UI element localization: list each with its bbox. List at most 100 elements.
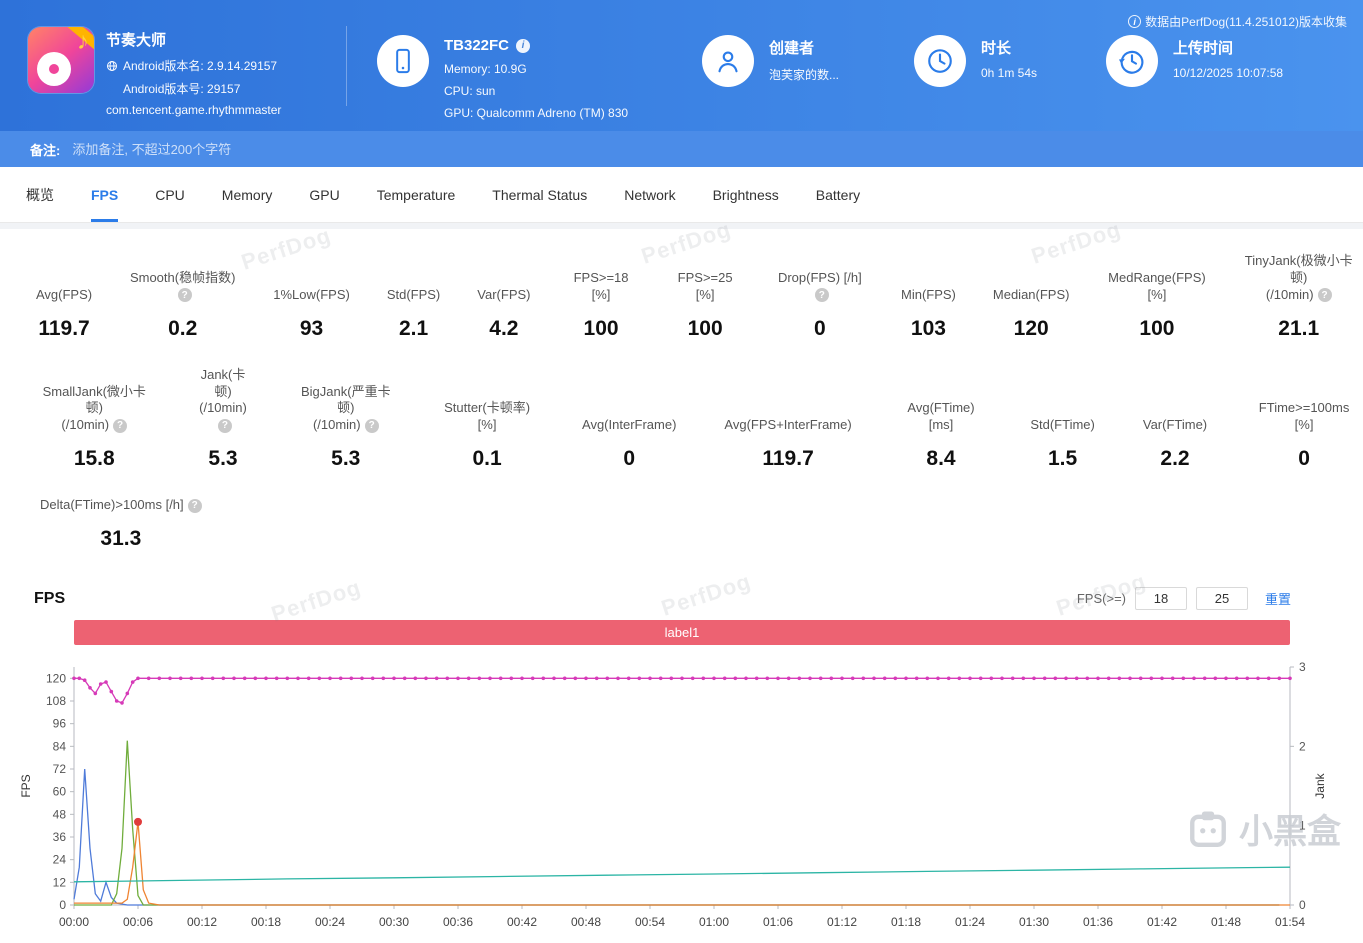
stat-drop-fps: Drop(FPS) [/h]? 0: [776, 270, 864, 341]
globe-icon: [107, 60, 117, 71]
tab-CPU[interactable]: CPU: [155, 167, 185, 222]
tab-概览[interactable]: 概览: [26, 167, 54, 222]
upload-time-section: 上传时间 10/12/2025 10:07:58: [1106, 35, 1356, 131]
stat-value: 0: [623, 447, 636, 471]
fps-chart-title: FPS: [34, 589, 66, 607]
stat-stutter: Stutter(卡顿率) [%] 0.1: [440, 400, 534, 471]
stats-row: SmallJank(微小卡顿) (/10min)? 15.8 Jank(卡顿) (/…: [36, 367, 1353, 472]
stat-value: 2.2: [1160, 447, 1190, 471]
help-icon[interactable]: ?: [814, 288, 829, 303]
stat-bigjank: BigJank(严重卡顿) (/10min)? 5.3: [299, 384, 392, 472]
app-version-code: Android版本号: 29157: [123, 82, 241, 96]
fps-threshold-low-input[interactable]: [1134, 587, 1187, 611]
stat-value: 8.4: [926, 447, 956, 471]
stat-label: Avg(FPS): [36, 286, 93, 302]
app-icon-disc: [37, 52, 71, 86]
stat-label: 1%Low(FPS): [273, 286, 350, 302]
stat-label: Delta(FTime)>100ms [/h]?: [40, 497, 202, 514]
stat-ftime-ge-100: FTime>=100ms [%] 0: [1255, 400, 1353, 471]
svg-text:00:18: 00:18: [251, 915, 281, 929]
svg-text:01:24: 01:24: [955, 915, 985, 929]
stat-label: Var(FPS): [477, 286, 531, 302]
clock-icon: [928, 49, 952, 73]
svg-text:96: 96: [53, 717, 67, 731]
app-icon: ♪: [28, 27, 94, 93]
stat-label: Std(FPS): [386, 286, 441, 302]
stat-label: Min(FPS): [901, 286, 956, 302]
stat-value: 93: [299, 316, 324, 340]
svg-text:01:36: 01:36: [1083, 915, 1113, 929]
series-rising-teal: [73, 866, 1291, 883]
app-version-name: Android版本名: 2.9.14.29157: [123, 59, 278, 73]
series-spike-blue: [73, 769, 1280, 906]
help-icon[interactable]: ?: [1317, 288, 1332, 303]
fps-chart-svg[interactable]: 01224364860728496108120012300:00 00:06 00:…: [16, 655, 1350, 938]
stat-value: 0.2: [168, 316, 198, 340]
stat-var-ftime: Var(FTime) 2.2: [1143, 417, 1207, 471]
help-icon[interactable]: ?: [113, 418, 128, 433]
help-icon[interactable]: ?: [187, 498, 202, 513]
help-icon[interactable]: ?: [177, 288, 192, 303]
stat-label: TinyJank(极微小卡顿) (/10min)?: [1244, 253, 1353, 303]
tab-FPS[interactable]: FPS: [91, 167, 119, 222]
tab-Temperature[interactable]: Temperature: [377, 167, 456, 222]
svg-text:01:42: 01:42: [1147, 915, 1177, 929]
stat-value: 5.3: [331, 447, 361, 471]
note-bar: 备注:: [0, 131, 1363, 167]
svg-text:00:06: 00:06: [123, 915, 153, 929]
fps-threshold-filter: FPS(>=) 重置: [1076, 587, 1291, 611]
fps-threshold-high-input[interactable]: [1195, 587, 1248, 611]
svg-text:108: 108: [46, 694, 66, 708]
svg-text:00:00: 00:00: [59, 915, 89, 929]
stats-panel: Avg(FPS) 119.7 Smooth(稳帧指数)? 0.2 1%Low(FPS) 9…: [0, 229, 1363, 581]
svg-text:01:54: 01:54: [1275, 915, 1305, 929]
tab-GPU[interactable]: GPU: [309, 167, 339, 222]
stat-label: FTime>=100ms [%]: [1258, 400, 1350, 433]
help-icon[interactable]: ?: [364, 418, 379, 433]
tab-Memory[interactable]: Memory: [222, 167, 273, 222]
fps-threshold-label: FPS(>=): [1076, 591, 1126, 607]
help-icon[interactable]: ?: [217, 418, 232, 433]
stat-smalljank: SmallJank(微小卡顿) (/10min)? 15.8: [42, 384, 147, 472]
tab-Brightness[interactable]: Brightness: [713, 167, 779, 222]
report-header: i 数据由PerfDog(11.4.251012)版本收集 ♪ 节奏大师 And…: [0, 0, 1363, 131]
svg-text:01:06: 01:06: [763, 915, 793, 929]
device-info-icon[interactable]: i: [516, 38, 531, 53]
svg-text:00:24: 00:24: [315, 915, 345, 929]
app-info-block: ♪ 节奏大师 Android版本名: 2.9.14.29157 Android版…: [28, 27, 346, 131]
svg-text:FPS: FPS: [19, 774, 33, 797]
svg-text:1: 1: [1299, 819, 1306, 833]
svg-text:24: 24: [53, 853, 67, 867]
svg-text:00:48: 00:48: [571, 915, 601, 929]
stat-label: Smooth(稳帧指数)?: [129, 269, 236, 303]
reset-link[interactable]: 重置: [1265, 589, 1291, 608]
stat-median-fps: Median(FPS) 120: [993, 287, 1070, 341]
stat-value: 4.2: [489, 316, 519, 340]
tab-Thermal Status[interactable]: Thermal Status: [492, 167, 587, 222]
stats-row: Avg(FPS) 119.7 Smooth(稳帧指数)? 0.2 1%Low(FPS) 9…: [36, 253, 1353, 341]
tab-Network[interactable]: Network: [624, 167, 675, 222]
stat-label: Std(FTime): [1030, 417, 1095, 433]
stat-value: 0: [814, 316, 826, 340]
stat-value: 120: [1013, 316, 1049, 340]
tab-Battery[interactable]: Battery: [816, 167, 860, 222]
stat-label: MedRange(FPS)[%]: [1108, 269, 1206, 302]
svg-text:Jank: Jank: [1313, 772, 1327, 798]
stat-value: 100: [583, 316, 619, 340]
stat-avg-interframe: Avg(InterFrame) 0: [582, 417, 676, 471]
upload-time-label: 上传时间: [1173, 40, 1234, 57]
stat-label: Avg(FPS+InterFrame): [724, 417, 852, 433]
stat-jank: Jank(卡顿) (/10min)? 5.3: [195, 367, 252, 472]
header-divider: [346, 26, 347, 106]
svg-text:01:18: 01:18: [891, 915, 921, 929]
app-name: 节奏大师: [106, 32, 167, 49]
device-memory: Memory: 10.9G: [444, 62, 527, 76]
note-input[interactable]: [70, 140, 431, 158]
device-model: TB322FC: [444, 37, 510, 54]
stat-tinyjank: TinyJank(极微小卡顿) (/10min)? 21.1: [1244, 253, 1353, 341]
label-banner-text: label1: [664, 625, 700, 641]
stat-value: 119.7: [38, 316, 90, 340]
svg-text:120: 120: [46, 671, 66, 685]
stat-label: Median(FPS): [992, 286, 1070, 302]
stat-value: 15.8: [73, 447, 115, 471]
